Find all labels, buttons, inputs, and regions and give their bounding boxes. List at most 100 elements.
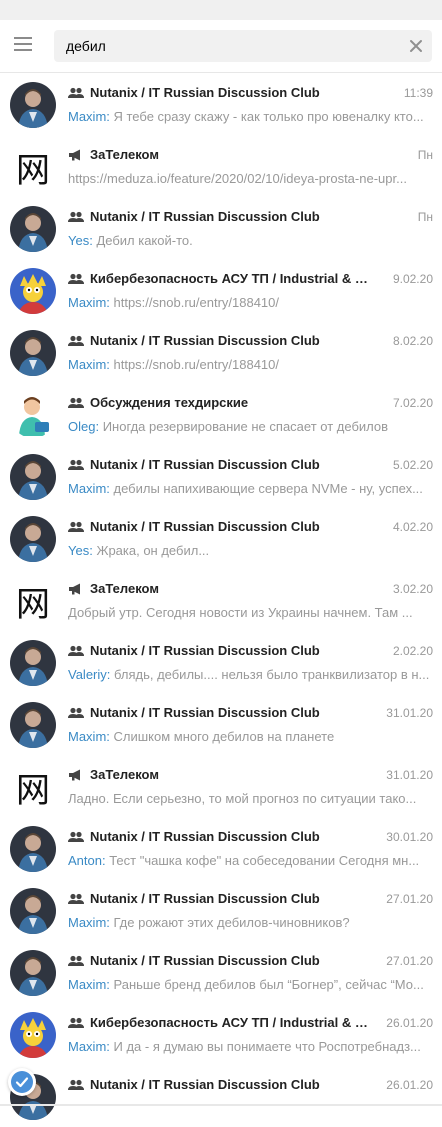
chat-result-row[interactable]: 网 ЗаТелеком 31.01.20 Ладно. Если серьезно, … bbox=[0, 755, 442, 817]
message-text: https://meduza.io/feature/2020/02/10/ide… bbox=[68, 171, 407, 186]
chat-title-text: Nutanix / IT Russian Discussion Club bbox=[90, 1077, 320, 1092]
message-sender: Anton: bbox=[68, 853, 106, 868]
menu-line bbox=[14, 43, 32, 45]
message-date: 4.02.20 bbox=[392, 520, 433, 534]
message-date: 30.01.20 bbox=[386, 830, 433, 844]
group-people-icon bbox=[68, 955, 84, 970]
search-results-list: Nutanix / IT Russian Discussion Club 11:3… bbox=[0, 73, 442, 1127]
message-date: 9.02.20 bbox=[392, 272, 433, 286]
message-preview: Valeriy: блядь, дебилы.... нельзя было т… bbox=[68, 667, 432, 682]
message-text: https://snob.ru/entry/188410/ bbox=[109, 295, 280, 310]
chat-title-text: Nutanix / IT Russian Discussion Club bbox=[90, 829, 320, 844]
message-text: И да - я думаю вы понимаете что Роспотре… bbox=[109, 1039, 421, 1054]
chat-title: ЗаТелеком bbox=[68, 147, 368, 165]
chat-result-row[interactable]: Nutanix / IT Russian Discussion Club 2.02… bbox=[0, 631, 442, 693]
group-people-icon bbox=[68, 831, 84, 846]
chat-avatar bbox=[10, 826, 56, 872]
message-preview: Anton: Тест "чашка кофе" на собеседовани… bbox=[68, 853, 432, 868]
message-sender: Maxim: bbox=[68, 977, 110, 992]
chat-result-row[interactable]: 网 ЗаТелеком 3.02.20 Добрый утр. Сегодня нов… bbox=[0, 569, 442, 631]
message-preview: Maxim: Раньше бренд дебилов был “Богнер”… bbox=[68, 977, 432, 992]
chat-result-row[interactable]: Nutanix / IT Russian Discussion Club 31.0… bbox=[0, 693, 442, 755]
message-preview: Oleg: Иногда резервирование не спасает о… bbox=[68, 419, 432, 434]
search-box bbox=[54, 30, 432, 62]
group-people-icon bbox=[68, 645, 84, 660]
chat-avatar bbox=[10, 454, 56, 500]
channel-megaphone-icon bbox=[68, 149, 84, 164]
chat-avatar bbox=[10, 640, 56, 686]
message-preview: Добрый утр. Сегодня новости из Украины н… bbox=[68, 605, 432, 620]
chat-title-text: Nutanix / IT Russian Discussion Club bbox=[90, 891, 320, 906]
message-preview: Maxim: https://snob.ru/entry/188410/ bbox=[68, 295, 432, 310]
channel-megaphone-icon bbox=[68, 769, 84, 784]
chat-result-row[interactable]: Кибербезопасность АСУ ТП / Industrial & … bbox=[0, 1003, 442, 1065]
message-text: Добрый утр. Сегодня новости из Украины н… bbox=[68, 605, 413, 620]
chat-title: Nutanix / IT Russian Discussion Club bbox=[68, 519, 368, 537]
chat-title: Nutanix / IT Russian Discussion Club bbox=[68, 85, 368, 103]
channel-megaphone-icon bbox=[68, 583, 84, 598]
group-people-icon bbox=[68, 397, 84, 412]
chat-result-row[interactable]: 网 ЗаТелеком Пн https://meduza.io/feature/20… bbox=[0, 135, 442, 197]
chat-result-row[interactable]: Nutanix / IT Russian Discussion Club 5.02… bbox=[0, 445, 442, 507]
group-people-icon bbox=[68, 335, 84, 350]
chat-result-row[interactable]: Кибербезопасность АСУ ТП / Industrial & … bbox=[0, 259, 442, 321]
chat-result-row[interactable]: Nutanix / IT Russian Discussion Club 27.0… bbox=[0, 879, 442, 941]
message-preview: Yes: Жрака, он дебил... bbox=[68, 543, 432, 558]
chat-title: ЗаТелеком bbox=[68, 767, 368, 785]
chat-result-row[interactable]: Nutanix / IT Russian Discussion Club 8.02… bbox=[0, 321, 442, 383]
message-text: Я тебе сразу скажу - как только про ювен… bbox=[109, 109, 424, 124]
chat-avatar bbox=[10, 82, 56, 128]
chat-avatar bbox=[10, 206, 56, 252]
chat-avatar bbox=[10, 268, 56, 314]
verified-shield-icon[interactable] bbox=[8, 1068, 36, 1096]
group-people-icon bbox=[68, 273, 84, 288]
chat-title-text: Nutanix / IT Russian Discussion Club bbox=[90, 457, 320, 472]
chat-title-text: Nutanix / IT Russian Discussion Club bbox=[90, 209, 320, 224]
chat-title: Nutanix / IT Russian Discussion Club bbox=[68, 953, 368, 971]
chat-result-row[interactable]: Nutanix / IT Russian Discussion Club 11:3… bbox=[0, 73, 442, 135]
chat-title-text: Кибербезопасность АСУ ТП / Industrial & … bbox=[90, 271, 368, 286]
chat-result-row[interactable]: Nutanix / IT Russian Discussion Club 26.0… bbox=[0, 1065, 442, 1127]
message-text: Дебил какой-то. bbox=[92, 233, 193, 248]
chat-title-text: Nutanix / IT Russian Discussion Club bbox=[90, 643, 320, 658]
search-input[interactable] bbox=[54, 30, 396, 62]
message-sender: Maxim: bbox=[68, 1039, 110, 1054]
message-text: Раньше бренд дебилов был “Богнер”, сейча… bbox=[109, 977, 424, 992]
chat-title: Кибербезопасность АСУ ТП / Industrial & … bbox=[68, 1015, 368, 1033]
chat-title: Nutanix / IT Russian Discussion Club bbox=[68, 829, 368, 847]
chat-title: Кибербезопасность АСУ ТП / Industrial & … bbox=[68, 271, 368, 289]
message-preview: Maxim: https://snob.ru/entry/188410/ bbox=[68, 357, 432, 372]
message-date: 8.02.20 bbox=[392, 334, 433, 348]
chat-result-row[interactable]: Nutanix / IT Russian Discussion Club Пн Ye… bbox=[0, 197, 442, 259]
chat-avatar: 网 bbox=[16, 584, 50, 625]
chat-title: Nutanix / IT Russian Discussion Club bbox=[68, 705, 368, 723]
message-date: 11:39 bbox=[403, 86, 433, 100]
group-people-icon bbox=[68, 211, 84, 226]
chat-result-row[interactable]: Nutanix / IT Russian Discussion Club 27.0… bbox=[0, 941, 442, 1003]
group-people-icon bbox=[68, 459, 84, 474]
hamburger-menu-button[interactable] bbox=[14, 37, 38, 55]
chat-title-text: Nutanix / IT Russian Discussion Club bbox=[90, 85, 320, 100]
group-people-icon bbox=[68, 1079, 84, 1094]
message-text: https://snob.ru/entry/188410/ bbox=[109, 357, 280, 372]
message-text: блядь, дебилы.... нельзя было транквилиз… bbox=[110, 667, 430, 682]
chat-title-text: ЗаТелеком bbox=[90, 581, 159, 596]
message-preview: Maxim: дебилы напихивающие сервера NVMe … bbox=[68, 481, 432, 496]
message-date: 3.02.20 bbox=[392, 582, 433, 596]
chat-result-row[interactable]: Nutanix / IT Russian Discussion Club 4.02… bbox=[0, 507, 442, 569]
chat-result-row[interactable]: Nutanix / IT Russian Discussion Club 30.0… bbox=[0, 817, 442, 879]
message-sender: Oleg: bbox=[68, 419, 100, 434]
message-preview: Maxim: Я тебе сразу скажу - как только п… bbox=[68, 109, 432, 124]
chat-title-text: Nutanix / IT Russian Discussion Club bbox=[90, 519, 320, 534]
chat-result-row[interactable]: Обсуждения техдирские 7.02.20 Oleg: Иногда… bbox=[0, 383, 442, 445]
menu-line bbox=[14, 37, 32, 39]
clear-search-icon[interactable] bbox=[408, 38, 424, 54]
chat-avatar bbox=[10, 702, 56, 748]
message-text: Где рожают этих дебилов-чиновников? bbox=[109, 915, 350, 930]
message-sender: Maxim: bbox=[68, 729, 110, 744]
group-people-icon bbox=[68, 1017, 84, 1032]
chat-avatar bbox=[10, 1012, 56, 1058]
chat-title-text: ЗаТелеком bbox=[90, 767, 159, 782]
chat-avatar: 网 bbox=[16, 770, 50, 811]
chat-title: Nutanix / IT Russian Discussion Club bbox=[68, 333, 368, 351]
